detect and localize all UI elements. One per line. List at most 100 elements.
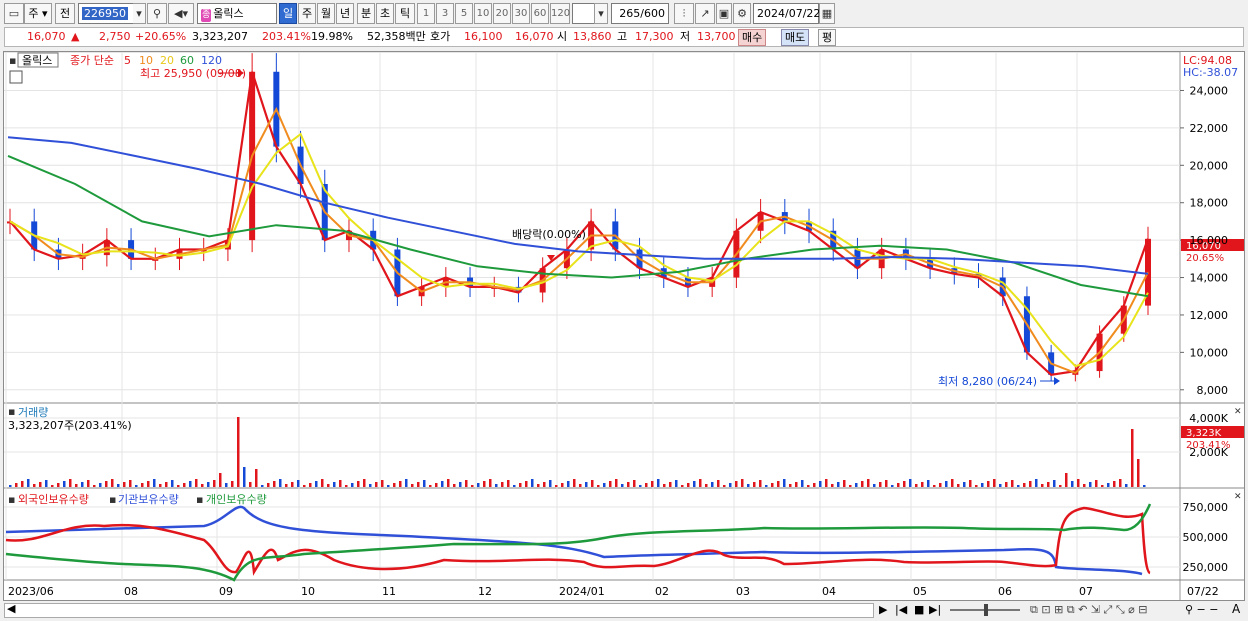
eval-button[interactable]: 평 [818,29,837,46]
volume-bar [855,483,858,487]
volume-bar [69,479,72,487]
volume-bar [1005,482,1008,487]
interval-120[interactable]: 120 [550,3,570,24]
period-tab-second[interactable]: 초 [376,3,394,24]
sell-button[interactable]: 매도 [781,29,810,46]
volume-bar [849,485,852,487]
count-value: 265 [619,7,641,20]
volume-bar [63,481,66,487]
chart-area[interactable]: ▪ 올릭스 종가 단순 5 10 20 60 120 LC:94.08 HC:-… [3,51,1245,601]
toolbar: ▭ 주 ▾ 전 226950 ▾ ⚲ ◀▾ 종 올릭스 일 주 월 년 분 초 틱… [0,3,1248,25]
volume-bar [825,479,828,487]
volume-bar [1071,481,1074,487]
volume-bar [897,483,900,487]
volume-bar [1029,481,1032,487]
volume-bar [951,479,954,487]
volume-bar [369,484,372,487]
speaker-icon[interactable]: ◀▾ [168,3,194,24]
volume-bar [39,482,42,487]
period-tab-month[interactable]: 월 [317,3,335,24]
period-tab-tick[interactable]: 틱 [395,3,415,24]
candle-icon[interactable]: ⫶ [674,3,694,24]
volume-bar [579,484,582,487]
last-page-icon[interactable]: ▶| [929,603,941,616]
volume-bar [345,485,348,487]
buy-button[interactable]: 매수 [738,29,767,46]
horizontal-scrollbar[interactable]: ◀ [4,602,874,618]
volume-bar [303,485,306,487]
interval-20[interactable]: 20 [493,3,511,24]
high-label: 고 [617,30,628,43]
volume-bar [621,484,624,487]
volume-bar [651,481,654,487]
code-dropdown-icon[interactable]: ▾ [133,3,146,24]
volume-bar [105,481,108,487]
prev-button[interactable]: 전 [55,3,75,24]
open-price: 13,860 [573,30,612,43]
ma120-legend: 120 [201,54,222,67]
interval-60[interactable]: 60 [531,3,549,24]
high-price: 17,300 [635,30,674,43]
panel-close-icon[interactable]: ✕ [1234,407,1242,417]
volume-ratio: 203.41% [262,30,311,43]
volume-bar [735,481,738,487]
interval-10[interactable]: 10 [474,3,492,24]
y-tick-label: 18,000 [1190,197,1229,210]
bid-price: 16,070 [515,30,554,43]
current-price: 16,070 [27,30,66,43]
interval-1[interactable]: 1 [417,3,435,24]
price-legend-type: 종가 단순 [70,54,114,67]
scroll-left-icon[interactable]: ◀ [7,602,15,615]
volume-bar [231,481,234,487]
tool-icons[interactable]: ⧉ ⊡ ⊞ ⧉ ↶ ⇲ ⤢ ⤡ ⌀ ⊟ [1030,603,1147,617]
volume-bar [1065,473,1068,487]
type-select[interactable]: 주 ▾ [24,3,52,24]
volume-bar [453,484,456,487]
volume-bar [843,480,846,487]
interval-3[interactable]: 3 [436,3,454,24]
up-triangle-icon: ▲ [71,30,80,43]
magnifier-icon[interactable]: ⚲ [147,3,167,24]
volume-bar [627,482,630,487]
volume-bar [1035,479,1038,487]
y-tick-label: 12,000 [1190,309,1229,322]
panel-close-icon[interactable]: ✕ [1234,492,1242,502]
scroll-right-icon[interactable]: ▶ [879,603,887,616]
calendar-icon[interactable]: ▦ [819,3,835,24]
volume-bar [1119,479,1122,487]
institution-legend: 기관보유수량 [118,493,179,506]
window-icon[interactable]: ▭ [4,3,24,24]
zoom-icon[interactable]: ⚲ − − [1185,603,1218,616]
period-tab-week[interactable]: 주 [298,3,316,24]
x-tick-label: 2024/01 [559,585,605,598]
table-icon[interactable] [9,70,23,84]
volume-bar [765,485,768,487]
zoom-slider-handle[interactable] [984,604,988,616]
count-field[interactable]: 265/600 [611,3,669,24]
interval-5[interactable]: 5 [455,3,473,24]
period-tab-day[interactable]: 일 [279,3,297,24]
x-end-label: 07/22 [1187,585,1219,598]
volume-bar [1041,484,1044,487]
volume-bar [777,481,780,487]
volume-bar [237,417,240,487]
dividend-annotation: 배당락(0.00%) [512,228,586,241]
volume-bar [573,479,576,487]
stop-icon[interactable]: ■ [914,603,924,616]
draw-tool-icon[interactable]: ↗ [695,3,715,24]
date-field[interactable]: 2024/07/22 [753,3,820,24]
font-size-icon[interactable]: A [1232,602,1240,616]
first-page-icon[interactable]: |◀ [895,603,907,616]
interval-30[interactable]: 30 [512,3,530,24]
period-tab-minute[interactable]: 분 [357,3,375,24]
save-icon[interactable]: ▣ [716,3,732,24]
stock-name-field[interactable]: 종 올릭스 [197,3,277,24]
volume-text: 3,323,207주(203.41%) [8,419,132,432]
volume-bar [711,482,714,487]
volume-bar [1023,483,1026,487]
gear-icon[interactable]: ⚙ [733,3,751,24]
volume-bar [567,481,570,487]
period-tab-year[interactable]: 년 [336,3,354,24]
interval-dropdown-icon[interactable]: ▾ [594,3,608,24]
volume-bar [255,469,258,487]
